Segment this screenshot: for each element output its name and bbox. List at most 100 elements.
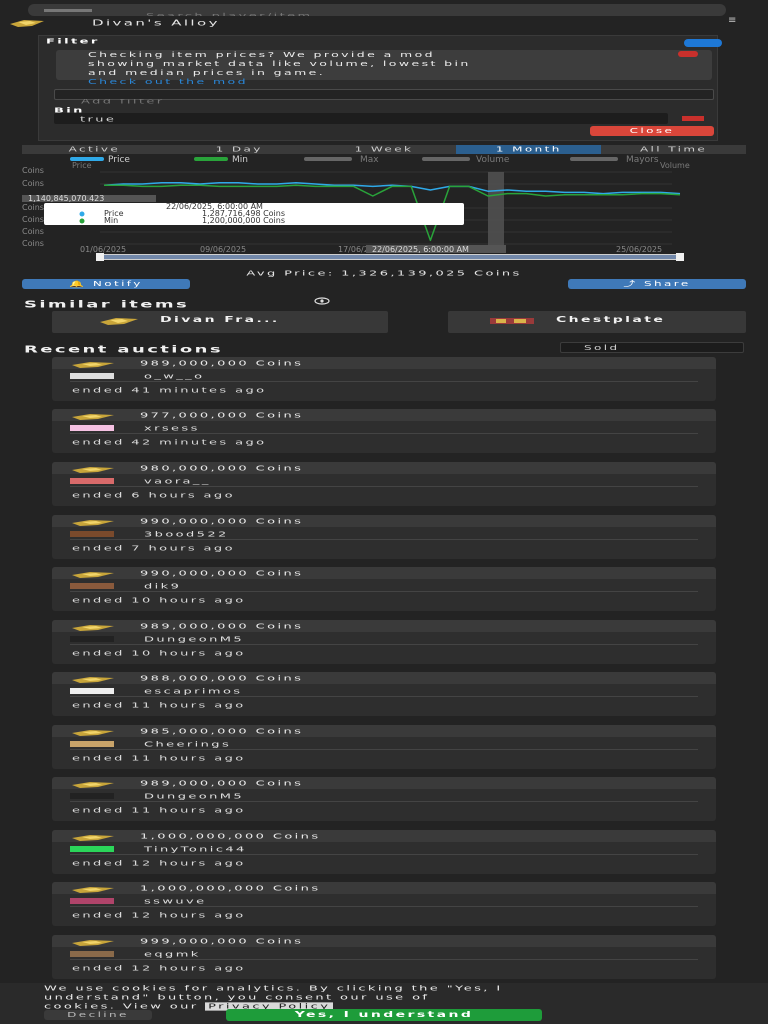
price-chart[interactable]: Price Min Max Volume Mayors Price Volume…	[20, 154, 748, 264]
info-badge[interactable]	[684, 39, 722, 47]
mod-alert-text: Checking item prices? We provide a mod s…	[88, 50, 471, 86]
tab-1-month[interactable]: 1 Month	[456, 145, 602, 154]
legend-label-price: Price	[108, 155, 130, 165]
tab-1-week[interactable]: 1 Week	[312, 145, 457, 154]
notify-button[interactable]: 🔔 Notify	[22, 279, 190, 289]
auction-row[interactable]: 989,000,000 Coins DungeonM5 ended 11 hours…	[52, 777, 716, 821]
auction-row[interactable]: 990,000,000 Coins 3bood522 ended 7 hours a…	[52, 515, 716, 559]
item-icon	[72, 940, 114, 946]
options-icon[interactable]: ≡	[728, 16, 736, 26]
seller-avatar	[70, 373, 114, 379]
auction-divider	[70, 539, 698, 540]
item-icon	[72, 625, 114, 631]
auction-divider	[70, 381, 698, 382]
auction-row[interactable]: 989,000,000 Coins DungeonM5 ended 10 hours…	[52, 620, 716, 664]
y-tick-label: Coins	[22, 215, 44, 224]
share-button[interactable]: ⤴ Share	[568, 279, 746, 289]
dismiss-alert-button[interactable]	[678, 51, 698, 57]
tab-all-time[interactable]: All Time	[601, 145, 746, 154]
auction-ended: ended 41 minutes ago	[72, 386, 267, 395]
eye-icon[interactable]	[314, 297, 330, 305]
legend-swatch-min	[194, 157, 228, 161]
tooltip-value-min: 1,200,000,000 Coins	[202, 216, 285, 225]
y-tick-label: Coins	[22, 239, 44, 248]
auction-row[interactable]: 989,000,000 Coins o_w__o ended 41 minutes …	[52, 357, 716, 401]
crosshair-x-label: 22/06/2025, 6:00:00 AM	[372, 245, 469, 254]
zoom-handle-right[interactable]	[676, 253, 684, 261]
auction-row[interactable]: 977,000,000 Coins xrsess ended 42 minutes …	[52, 409, 716, 453]
search-menu-icon[interactable]	[44, 9, 92, 12]
zoom-handle-left[interactable]	[96, 253, 104, 261]
auction-ended: ended 10 hours ago	[72, 649, 246, 658]
auction-ended: ended 11 hours ago	[72, 806, 246, 815]
close-button[interactable]: Close	[590, 126, 714, 136]
x-tick-label: 09/06/2025	[200, 245, 246, 254]
y-tick-label: Coins	[22, 166, 44, 175]
item-icon	[72, 782, 114, 788]
seller-avatar	[70, 793, 114, 799]
tooltip-marker-min	[79, 218, 85, 224]
bin-value: true	[80, 115, 117, 124]
auction-row[interactable]: 1,000,000,000 Coins sswuve ended 12 hours …	[52, 882, 716, 926]
cookie-text: We use cookies for analytics. By clickin…	[44, 984, 503, 1011]
tab-active[interactable]: Active	[22, 145, 167, 154]
legend-swatch-max	[304, 157, 352, 161]
auction-row[interactable]: 980,000,000 Coins vaora__ ended 6 hours ag…	[52, 462, 716, 506]
auction-filter-value: Sold	[584, 344, 620, 352]
axis-title-volume: Volume	[660, 161, 690, 170]
auction-ended: ended 42 minutes ago	[72, 438, 267, 447]
x-tick-label: 01/06/2025	[80, 245, 126, 254]
mod-link[interactable]: Check out the mod	[88, 78, 248, 85]
item-icon	[72, 362, 114, 368]
seller-avatar	[70, 636, 114, 642]
range-tabs: Active 1 Day 1 Week 1 Month All Time	[22, 145, 746, 154]
item-icon	[72, 835, 114, 841]
auction-ended: ended 6 hours ago	[72, 491, 235, 500]
item-icon	[72, 730, 114, 736]
series-line-price	[103, 182, 681, 195]
auction-divider	[70, 959, 698, 960]
remove-filter-button[interactable]	[682, 116, 704, 121]
similar-item-name: Divan Fra...	[160, 315, 280, 325]
seller-avatar	[70, 583, 114, 589]
auction-divider	[70, 696, 698, 697]
legend-label-min: Min	[232, 155, 248, 165]
auction-row[interactable]: 990,000,000 Coins dik9 ended 10 hours ago	[52, 567, 716, 611]
crosshair-line	[488, 172, 504, 246]
auction-divider	[70, 749, 698, 750]
auction-row[interactable]: 985,000,000 Coins Cheerings ended 11 hours…	[52, 725, 716, 769]
auction-divider	[70, 433, 698, 434]
x-tick-label: 25/06/2025	[616, 245, 662, 254]
auction-ended: ended 12 hours ago	[72, 859, 246, 868]
legend-label-volume: Volume	[476, 155, 510, 165]
item-icon	[72, 677, 114, 683]
similar-item-name: Chestplate	[556, 315, 666, 325]
accept-cookies-button[interactable]: Yes, I understand	[226, 1009, 542, 1021]
item-title: Divan's Alloy	[92, 18, 220, 28]
tab-1-day[interactable]: 1 Day	[167, 145, 312, 154]
auction-divider	[70, 591, 698, 592]
seller-avatar	[70, 531, 114, 537]
item-icon	[72, 467, 114, 473]
auction-ended: ended 10 hours ago	[72, 596, 246, 605]
decline-button[interactable]: Decline	[44, 1010, 152, 1020]
legend-label-max: Max	[360, 155, 379, 165]
legend-swatch-volume	[422, 157, 470, 161]
seller-avatar	[70, 688, 114, 694]
auction-ended: ended 12 hours ago	[72, 964, 246, 973]
auction-row[interactable]: 1,000,000,000 Coins TinyTonic44 ended 12 h…	[52, 830, 716, 874]
auction-divider	[70, 854, 698, 855]
seller-avatar	[70, 846, 114, 852]
add-filter-input[interactable]	[55, 99, 713, 104]
seller-avatar	[70, 741, 114, 747]
seller-avatar	[70, 951, 114, 957]
zoom-slider-fill	[100, 255, 680, 259]
auction-ended: ended 7 hours ago	[72, 544, 235, 553]
auction-row[interactable]: 999,000,000 Coins eqgmk ended 12 hours ago	[52, 935, 716, 979]
bin-select[interactable]	[54, 113, 668, 124]
item-icon	[72, 414, 114, 420]
seller-avatar	[70, 478, 114, 484]
auction-row[interactable]: 988,000,000 Coins escaprimos ended 11 hour…	[52, 672, 716, 716]
similar-item-icon	[100, 318, 138, 325]
add-filter-field[interactable]	[54, 89, 714, 104]
